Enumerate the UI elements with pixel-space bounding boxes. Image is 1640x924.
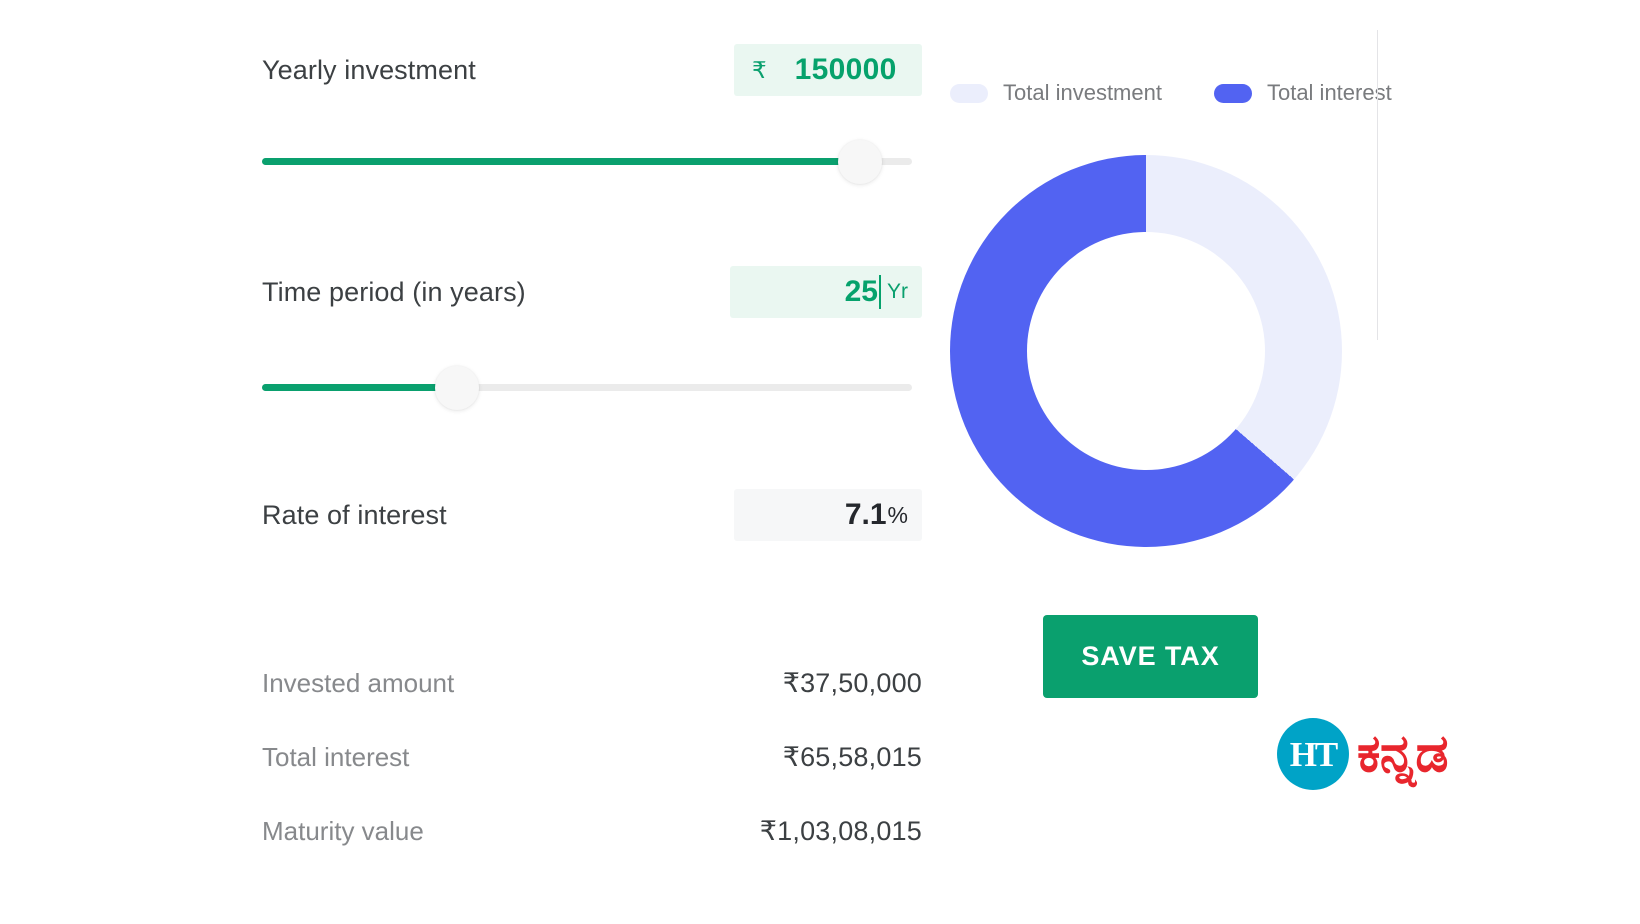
legend-item-total-investment: Total investment [950, 80, 1162, 106]
rate-of-interest-row: Rate of interest 7.1 % [262, 489, 922, 541]
result-label: Total interest [262, 741, 410, 772]
chart-legend: Total investment Total interest [950, 80, 1392, 106]
slider-thumb[interactable] [435, 366, 479, 410]
legend-swatch-icon [1213, 83, 1252, 103]
slider-thumb[interactable] [838, 140, 882, 184]
rate-of-interest-field: 7.1 % [734, 489, 922, 541]
result-row-total-interest: Total interest ₹65,58,015 [262, 737, 922, 777]
kannada-wordmark: ಕನ್ನಡ [1357, 725, 1448, 783]
ht-logo-icon: HT [1277, 718, 1349, 790]
result-row-maturity-value: Maturity value ₹1,03,08,015 [262, 811, 922, 851]
rate-of-interest-value: 7.1 [844, 498, 887, 531]
yearly-investment-row: Yearly investment ₹ 150000 [262, 44, 922, 96]
result-label: Invested amount [262, 667, 455, 698]
calculator-inputs-panel: Yearly investment ₹ 150000 Time period (… [262, 0, 922, 924]
text-cursor [879, 275, 881, 309]
time-period-slider[interactable] [262, 358, 912, 418]
result-value: ₹1,03,08,015 [759, 815, 922, 846]
ht-kannada-logo: HT ಕನ್ನಡ [1277, 718, 1448, 790]
yearly-investment-value: 150000 [794, 53, 897, 86]
vertical-divider [1377, 30, 1378, 340]
time-period-row: Time period (in years) 25 Yr [262, 266, 922, 318]
result-label: Maturity value [262, 815, 424, 846]
time-period-value: 25 [844, 275, 878, 308]
rate-of-interest-label: Rate of interest [262, 499, 447, 530]
yearly-investment-input[interactable]: ₹ 150000 [734, 44, 922, 96]
time-period-unit: Yr [887, 280, 908, 303]
donut-chart [950, 155, 1342, 547]
rupee-icon: ₹ [752, 56, 767, 83]
pf-calculator-screen: Yearly investment ₹ 150000 Time period (… [0, 0, 1640, 924]
time-period-input[interactable]: 25 Yr [730, 266, 922, 318]
donut-hole [1027, 232, 1265, 470]
result-row-invested-amount: Invested amount ₹37,50,000 [262, 663, 922, 703]
legend-item-total-interest: Total interest [1213, 80, 1392, 106]
legend-label: Total investment [1003, 80, 1162, 105]
time-period-label: Time period (in years) [262, 276, 526, 307]
legend-label: Total interest [1266, 80, 1392, 105]
result-value: ₹37,50,000 [782, 667, 922, 698]
slider-fill [262, 384, 457, 391]
yearly-investment-label: Yearly investment [262, 54, 476, 85]
yearly-investment-slider[interactable] [262, 132, 912, 192]
percent-sign: % [887, 501, 908, 528]
legend-swatch-icon [950, 83, 988, 103]
ht-logo-text: HT [1289, 734, 1339, 774]
slider-fill [262, 158, 860, 165]
save-tax-button[interactable]: SAVE TAX [1043, 615, 1258, 698]
result-value: ₹65,58,015 [782, 741, 922, 772]
